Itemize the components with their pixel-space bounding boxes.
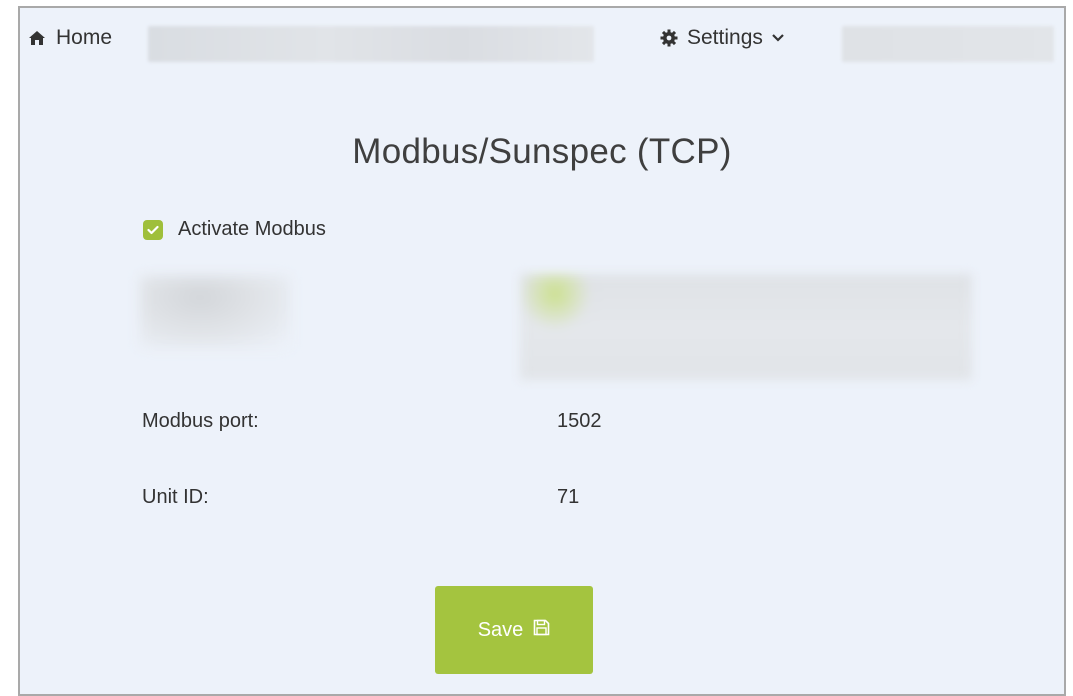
nav-settings-dropdown[interactable]: Settings — [660, 26, 784, 50]
unit-id-value[interactable]: 71 — [557, 486, 579, 509]
modbus-port-label: Modbus port: — [142, 410, 259, 432]
app-frame: Home Settings Modbus/Sunspec (TCP) Activ… — [18, 6, 1066, 696]
redacted-nav-item — [148, 26, 594, 62]
save-button-label: Save — [477, 618, 524, 641]
top-nav: Home Settings — [20, 8, 1064, 74]
redacted-field-input — [520, 274, 972, 380]
redacted-field-label — [140, 276, 290, 348]
nav-home-label: Home — [56, 26, 113, 49]
redacted-nav-item — [842, 26, 1054, 62]
nav-settings-label: Settings — [687, 26, 763, 49]
unit-id-label: Unit ID: — [142, 486, 209, 508]
activate-modbus-row: Activate Modbus — [143, 218, 326, 241]
floppy-disk-icon — [523, 619, 550, 642]
modbus-port-value[interactable]: 1502 — [557, 410, 602, 433]
activate-modbus-checkbox[interactable] — [143, 218, 163, 241]
checkmark-icon — [147, 218, 159, 241]
gear-icon — [660, 29, 687, 47]
page-title: Modbus/Sunspec (TCP) — [352, 132, 732, 171]
caret-down-icon — [763, 34, 784, 42]
home-icon — [28, 30, 56, 46]
activate-modbus-label: Activate Modbus — [178, 218, 326, 240]
nav-home-link[interactable]: Home — [28, 26, 112, 50]
save-button[interactable]: Save — [435, 586, 593, 674]
